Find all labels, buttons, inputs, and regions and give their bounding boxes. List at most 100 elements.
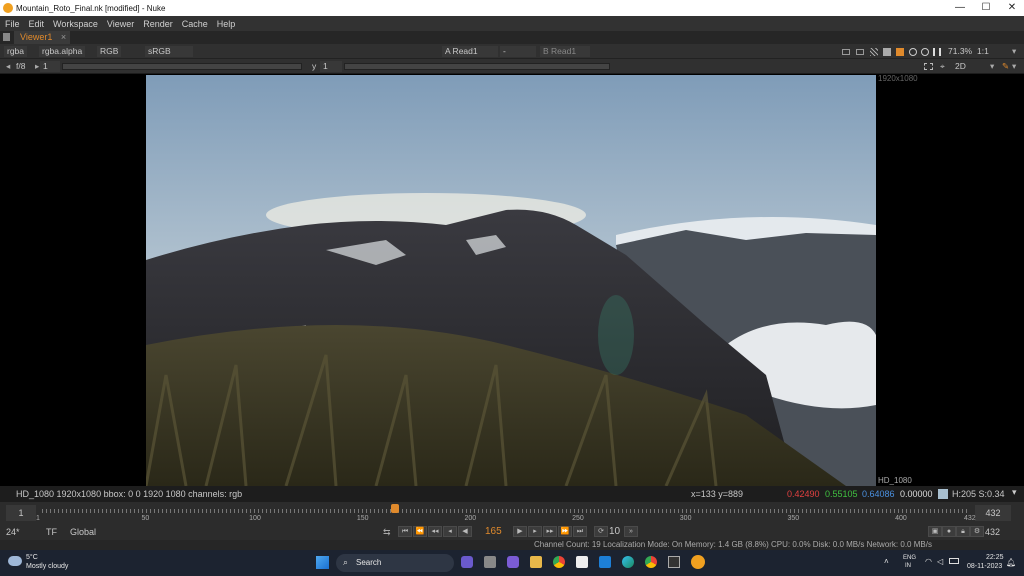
copilot-icon[interactable] (461, 556, 473, 568)
paint-brush-icon[interactable]: ✎ (1002, 61, 1009, 72)
skip-button[interactable]: » (624, 526, 638, 537)
refresh-icon[interactable] (909, 48, 917, 56)
file-explorer-icon[interactable] (530, 556, 542, 568)
view-chevron-icon[interactable]: ▾ (990, 61, 994, 72)
clock-date[interactable]: 08-11-2023 (967, 563, 1002, 570)
weather-temp[interactable]: 5°C (26, 554, 38, 561)
tab-close-icon[interactable]: × (61, 32, 66, 42)
gamma-field[interactable]: 1 (320, 61, 342, 72)
frame-step-field[interactable]: 1 (40, 61, 60, 72)
step-arrow-icon[interactable]: ▸ (35, 61, 39, 72)
maximize-button[interactable]: ☐ (973, 0, 999, 16)
lang-eng[interactable]: ENG (903, 555, 916, 561)
menu-workspace[interactable]: Workspace (53, 19, 98, 29)
range-dropdown[interactable]: Global (70, 527, 96, 537)
minimize-button[interactable]: — (947, 0, 973, 16)
timeline-start-field[interactable]: 1 (6, 505, 36, 521)
timeline-tick-label: 432 (964, 515, 976, 522)
prev-frame-button[interactable]: ◂ (443, 526, 457, 537)
menu-viewer[interactable]: Viewer (107, 19, 134, 29)
lock-button[interactable]: 🔒︎ (956, 526, 970, 537)
colorspace-dropdown[interactable]: sRGB (145, 46, 193, 57)
chrome-profile-icon[interactable] (645, 556, 657, 568)
timecode-dropdown[interactable]: TF (46, 527, 57, 537)
play-backward-button[interactable]: ◀ (458, 526, 472, 537)
pause-icon[interactable] (933, 48, 941, 56)
clock-time[interactable]: 22:25 (986, 554, 1004, 561)
increment-field[interactable]: 10 (609, 526, 620, 537)
playback-mode-button[interactable]: ⟳ (594, 526, 608, 537)
chrome-icon[interactable] (553, 556, 565, 568)
more-chevron-icon[interactable]: ▾ (1012, 61, 1016, 72)
roi-icon[interactable] (842, 49, 850, 55)
next-increment-button[interactable]: ▸▸ (543, 526, 557, 537)
input-b-dropdown[interactable]: B Read1 (540, 46, 590, 57)
display-dropdown[interactable]: RGB (97, 46, 122, 57)
prev-increment-button[interactable]: ◂◂ (428, 526, 442, 537)
fstop-value[interactable]: f/8 (16, 61, 25, 72)
volume-icon[interactable]: ◁ (937, 557, 943, 566)
close-button[interactable]: ✕ (999, 0, 1024, 16)
prev-keyframe-button[interactable]: ⏪ (413, 526, 427, 537)
transform-icon[interactable]: ⌖ (940, 61, 945, 72)
input-a-dropdown[interactable]: A Read1 (442, 46, 498, 57)
chevron-down-icon[interactable]: ▾ (1012, 46, 1016, 57)
menu-cache[interactable]: Cache (182, 19, 208, 29)
teams-icon[interactable] (507, 556, 519, 568)
menu-help[interactable]: Help (217, 19, 236, 29)
next-frame-button[interactable]: ▸ (528, 526, 542, 537)
wifi-icon[interactable]: ◠ (925, 557, 932, 566)
first-frame-button[interactable]: ⏮ (398, 526, 412, 537)
zoom-dropdown[interactable]: 71.3% (948, 46, 972, 57)
record-button[interactable]: ● (942, 526, 956, 537)
mail-icon[interactable] (599, 556, 611, 568)
tray-chevron-icon[interactable]: ˄ (884, 557, 889, 566)
settings-button[interactable]: ⚙ (970, 526, 984, 537)
region-icon[interactable] (924, 63, 933, 70)
menu-render[interactable]: Render (143, 19, 173, 29)
notification-bell-icon[interactable]: 🔔︎ (1006, 558, 1016, 567)
timeline[interactable]: 1 432 (0, 502, 1024, 524)
fstop-left-arrow-icon[interactable]: ◂ (6, 61, 10, 72)
checker-icon[interactable] (870, 48, 878, 56)
search-box[interactable]: ⌕ Search (336, 554, 454, 572)
menu-edit[interactable]: Edit (29, 19, 45, 29)
terminal-icon[interactable] (668, 556, 680, 568)
menu-file[interactable]: File (5, 19, 20, 29)
last-frame-button[interactable]: ⏭ (573, 526, 587, 537)
exposure-slider[interactable] (62, 63, 302, 70)
view-mode-dropdown[interactable]: 2D (955, 61, 966, 72)
format-top-label: 1920x1080 (878, 74, 918, 83)
alpha-dropdown[interactable]: rgba.alpha (39, 46, 86, 57)
fps-dropdown[interactable]: 24* (6, 527, 20, 537)
end-frame-field[interactable]: 432 (985, 527, 1000, 537)
start-icon[interactable] (316, 556, 329, 569)
lut-icon[interactable] (896, 48, 904, 56)
lang-in[interactable]: IN (905, 563, 911, 569)
pane-menu-icon[interactable] (3, 33, 10, 41)
flipbook-button[interactable]: ▣ (928, 526, 942, 537)
ratio-dropdown[interactable]: 1:1 (977, 46, 989, 57)
timeline-end-field[interactable]: 432 (975, 505, 1011, 521)
weather-desc[interactable]: Mostly cloudy (26, 563, 68, 570)
play-forward-button[interactable]: ▶ (513, 526, 527, 537)
clip-warning-icon[interactable] (883, 48, 891, 56)
current-frame-field[interactable]: 165 (485, 526, 502, 537)
nuke-taskbar-icon[interactable] (691, 555, 705, 569)
battery-icon[interactable] (949, 558, 959, 564)
info-menu-icon[interactable]: ▾ (1012, 487, 1017, 498)
viewer-image[interactable] (146, 75, 876, 486)
safe-area-icon[interactable] (856, 49, 864, 55)
edge-icon[interactable] (622, 556, 634, 568)
compare-op-dropdown[interactable]: - (500, 46, 536, 57)
weather-icon[interactable] (8, 556, 22, 566)
tab-viewer1[interactable]: Viewer1 × (14, 31, 70, 44)
store-icon[interactable] (576, 556, 588, 568)
proxy-icon[interactable] (921, 48, 929, 56)
task-view-icon[interactable] (484, 556, 496, 568)
timeline-playhead[interactable] (390, 504, 399, 513)
channels-dropdown[interactable]: rgba (4, 46, 28, 57)
in-out-icon[interactable]: ⇆ (383, 527, 391, 538)
gamma-slider[interactable] (344, 63, 610, 70)
next-keyframe-button[interactable]: ⏩ (558, 526, 572, 537)
